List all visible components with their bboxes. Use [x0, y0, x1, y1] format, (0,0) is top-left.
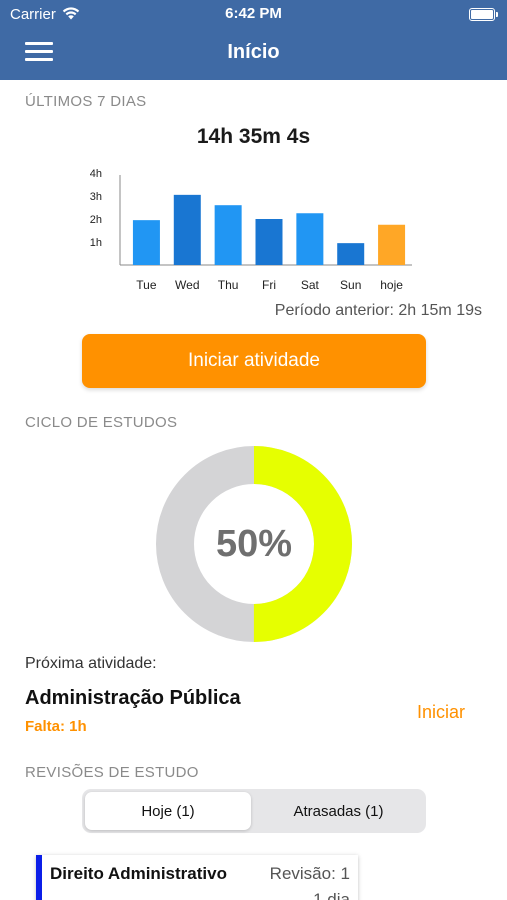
section-study-cycle: CICLO DE ESTUDOS — [25, 414, 178, 431]
tab-overdue[interactable]: Atrasadas (1) — [254, 792, 423, 830]
next-activity-label: Próxima atividade: — [25, 655, 157, 672]
chart-bar-fri — [255, 219, 283, 265]
reviews-segmented-control: Hoje (1) Atrasadas (1) — [82, 789, 426, 833]
chart-bar-sat — [296, 213, 324, 265]
weekly-bar-chart: 1h 2h 3h 4h Tue Wed Thu Fri Sat Sun hoje — [90, 168, 412, 292]
status-time: 6:42 PM — [225, 5, 282, 22]
study-cycle-percent: 50% — [215, 522, 293, 565]
chart-bar-thu — [214, 205, 242, 265]
chart-x-tick-label: hoje — [380, 278, 403, 292]
chart-bar-sun — [337, 243, 365, 265]
section-study-reviews: REVISÕES DE ESTUDO — [25, 764, 199, 781]
top-bar: Carrier 6:42 PM Início — [0, 0, 507, 80]
chart-y-tick-label: 3h — [90, 191, 102, 203]
next-activity-remaining: Falta: 1h — [25, 718, 87, 735]
section-last-7-days: ÚLTIMOS 7 DIAS — [25, 93, 147, 110]
chart-x-tick-label: Tue — [136, 278, 157, 292]
chart-y-tick-label: 4h — [90, 168, 102, 180]
chart-bar-tue — [132, 220, 160, 265]
chart-y-tick-label: 1h — [90, 237, 102, 249]
review-subject: Direito Administrativo — [50, 864, 227, 883]
total-study-time: 14h 35m 4s — [196, 125, 311, 148]
next-activity-subject: Administração Pública — [25, 687, 241, 709]
chart-x-tick-label: Wed — [175, 278, 199, 292]
status-bar: Carrier 6:42 PM — [0, 0, 507, 30]
chart-bar-wed — [173, 194, 201, 265]
chart-x-tick-label: Thu — [218, 278, 239, 292]
chart-x-tick-label: Sun — [340, 278, 361, 292]
chart-x-tick-label: Fri — [262, 278, 276, 292]
review-card[interactable]: Direito Administrativo Revisão: 1 1 dia — [36, 855, 358, 900]
review-color-marker — [36, 855, 42, 900]
chart-x-tick-label: Sat — [301, 278, 320, 292]
review-days: 1 dia — [313, 890, 350, 900]
start-activity-button[interactable]: Iniciar atividade — [82, 334, 426, 388]
review-revision: Revisão: 1 — [269, 864, 350, 883]
tab-today[interactable]: Hoje (1) — [85, 792, 251, 830]
battery-icon — [469, 8, 498, 21]
next-activity-start-link[interactable]: Iniciar — [417, 702, 465, 723]
previous-period-text: Período anterior: 2h 15m 19s — [274, 302, 482, 319]
page-title: Início — [227, 41, 280, 63]
chart-bar-hoje — [378, 224, 406, 265]
chart-y-tick-label: 2h — [90, 214, 102, 226]
